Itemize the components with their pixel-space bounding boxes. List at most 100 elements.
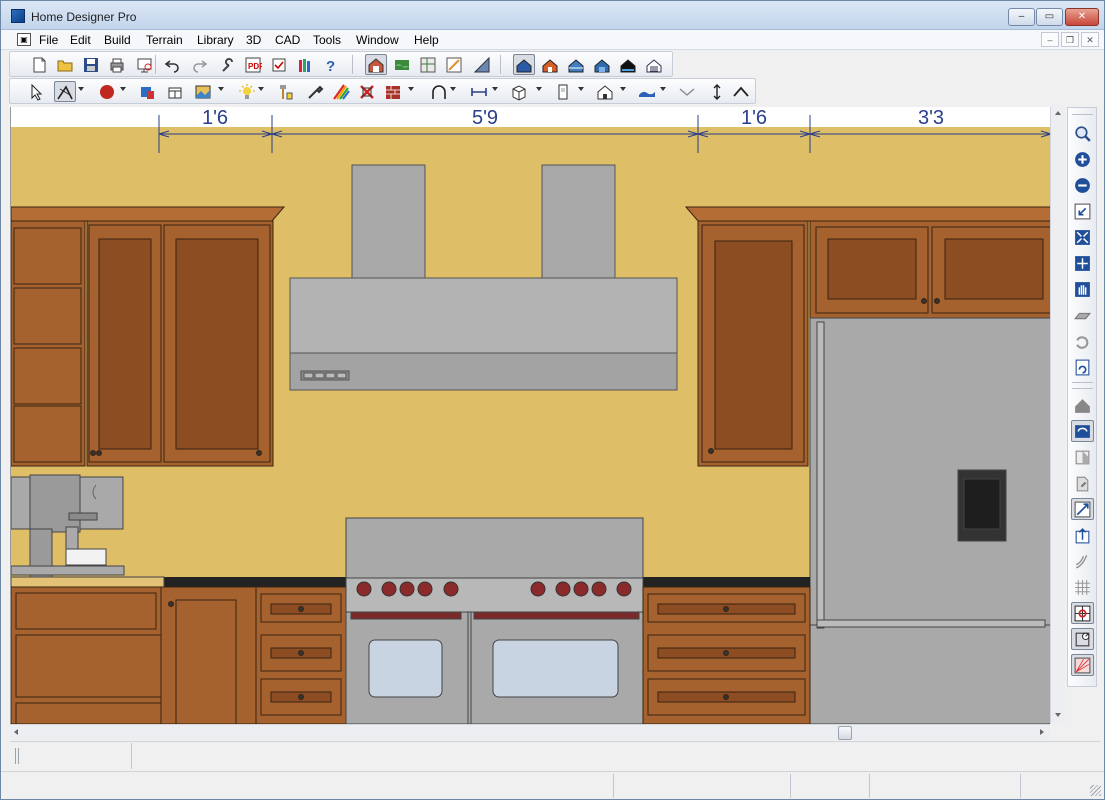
edit-tool-button[interactable] (54, 81, 76, 102)
glass-house-button[interactable] (617, 54, 639, 75)
house-button[interactable] (594, 81, 616, 102)
grid-button[interactable] (1071, 576, 1094, 598)
zoom-in-button[interactable] (1071, 148, 1094, 170)
dropdown-chevron-down-icon[interactable] (660, 87, 666, 91)
material-button[interactable] (1071, 472, 1094, 494)
print-button[interactable] (106, 54, 128, 75)
new-button[interactable] (28, 54, 50, 75)
full-overview-button[interactable] (539, 54, 561, 75)
select-arrow-button[interactable] (26, 81, 48, 102)
dropdown-chevron-down-icon[interactable] (408, 87, 414, 91)
dropdown-chevron-down-icon[interactable] (78, 87, 84, 91)
cabinet-button[interactable] (164, 81, 186, 102)
camera-view-button[interactable] (513, 54, 535, 75)
perspective-button[interactable] (591, 54, 613, 75)
close-button[interactable]: ✕ (1065, 8, 1099, 26)
dropdown-chevron-down-icon[interactable] (536, 87, 542, 91)
menu-library[interactable]: Library (195, 32, 236, 48)
dropdown-chevron-down-icon[interactable] (120, 87, 126, 91)
zoom-out-button[interactable] (1071, 174, 1094, 196)
document-icon[interactable]: ▣ (17, 33, 31, 46)
dropdown-chevron-down-icon[interactable] (450, 87, 456, 91)
dimension-button[interactable] (468, 81, 490, 102)
arc-button[interactable] (428, 81, 450, 102)
mdi-restore-button[interactable]: ❐ (1061, 32, 1079, 47)
layer-button[interactable] (1071, 446, 1094, 468)
redo-button[interactable] (188, 54, 210, 75)
elevation-view-button[interactable] (391, 54, 413, 75)
zoom-button[interactable] (1071, 122, 1094, 144)
help-button[interactable]: ? (320, 54, 342, 75)
checklist-button[interactable] (268, 54, 290, 75)
fill-window-button[interactable] (1071, 226, 1094, 248)
menu-build[interactable]: Build (102, 32, 133, 48)
rainbow-button[interactable] (330, 81, 352, 102)
wall-brick-button[interactable] (382, 81, 404, 102)
elevation-view-canvas[interactable]: 1'6 5'9 1'6 3'3 (10, 107, 1050, 724)
scroll-thumb[interactable] (838, 726, 852, 740)
save-button[interactable] (80, 54, 102, 75)
arrow-up-down-button[interactable] (706, 81, 728, 102)
mdi-close-button[interactable]: ✕ (1081, 32, 1099, 47)
framing-button[interactable] (643, 54, 665, 75)
angle-snap-button[interactable] (1071, 628, 1094, 650)
point-button[interactable] (1071, 524, 1094, 546)
minimize-button[interactable]: – (1008, 8, 1035, 26)
floor-down-button[interactable] (1071, 330, 1094, 352)
dropdown-chevron-down-icon[interactable] (492, 87, 498, 91)
color-circle-button[interactable] (96, 81, 118, 102)
fill-button[interactable] (136, 81, 158, 102)
reference-button[interactable] (1071, 654, 1094, 676)
snap-button[interactable] (1071, 602, 1094, 624)
menu-file[interactable]: File (37, 32, 60, 48)
menu-edit[interactable]: Edit (68, 32, 93, 48)
paint-brush-button[interactable] (274, 81, 296, 102)
resize-grip[interactable] (1090, 785, 1101, 796)
plan-sheet-button[interactable] (443, 54, 465, 75)
menu-window[interactable]: Window (354, 32, 401, 48)
layout-pdf-button[interactable]: PDF (242, 54, 264, 75)
maximize-button[interactable]: ▭ (1036, 8, 1063, 26)
floor-plan-view-button[interactable] (365, 54, 387, 75)
undo-zoom-button[interactable] (1071, 200, 1094, 222)
dropdown-chevron-down-icon[interactable] (258, 87, 264, 91)
refresh-view-button[interactable] (1071, 356, 1094, 378)
scroll-left-icon[interactable] (14, 729, 18, 735)
wrench-button[interactable] (216, 54, 238, 75)
rebuild-walls-button[interactable] (1071, 420, 1094, 442)
terrain-button[interactable] (636, 81, 658, 102)
caret-up-button[interactable] (730, 81, 752, 102)
check-button[interactable] (676, 81, 698, 102)
horizontal-scrollbar[interactable] (10, 724, 1050, 740)
vertical-scrollbar[interactable] (1050, 107, 1065, 724)
curve-button[interactable] (1071, 550, 1094, 572)
eyedropper-button[interactable] (304, 81, 326, 102)
3d-box-button[interactable] (508, 81, 530, 102)
library-books-button[interactable] (294, 54, 316, 75)
menu-tools[interactable]: Tools (311, 32, 343, 48)
roof-button[interactable] (1071, 394, 1094, 416)
menu-cad[interactable]: CAD (273, 32, 302, 48)
cross-section-button[interactable] (417, 54, 439, 75)
cad-detail-button[interactable] (471, 54, 493, 75)
print-preview-button[interactable] (134, 54, 156, 75)
dropdown-chevron-down-icon[interactable] (578, 87, 584, 91)
dropdown-chevron-down-icon[interactable] (218, 87, 224, 91)
open-button[interactable] (54, 54, 76, 75)
light-bulb-button[interactable] (236, 81, 258, 102)
menu-3d[interactable]: 3D (244, 32, 263, 48)
pan-hand-button[interactable] (1071, 278, 1094, 300)
floor-up-button[interactable] (1071, 304, 1094, 326)
door-button[interactable] (552, 81, 574, 102)
fill-window-all-button[interactable] (1071, 252, 1094, 274)
dropdown-chevron-down-icon[interactable] (620, 87, 626, 91)
scroll-up-icon[interactable] (1055, 111, 1061, 115)
dimension-tool-button[interactable] (1071, 498, 1094, 520)
scroll-right-icon[interactable] (1040, 729, 1044, 735)
picture-button[interactable] (192, 81, 214, 102)
menu-help[interactable]: Help (412, 32, 441, 48)
scroll-down-icon[interactable] (1055, 713, 1061, 717)
doll-house-button[interactable] (565, 54, 587, 75)
undo-button[interactable] (162, 54, 184, 75)
panel-grip[interactable] (15, 748, 19, 764)
